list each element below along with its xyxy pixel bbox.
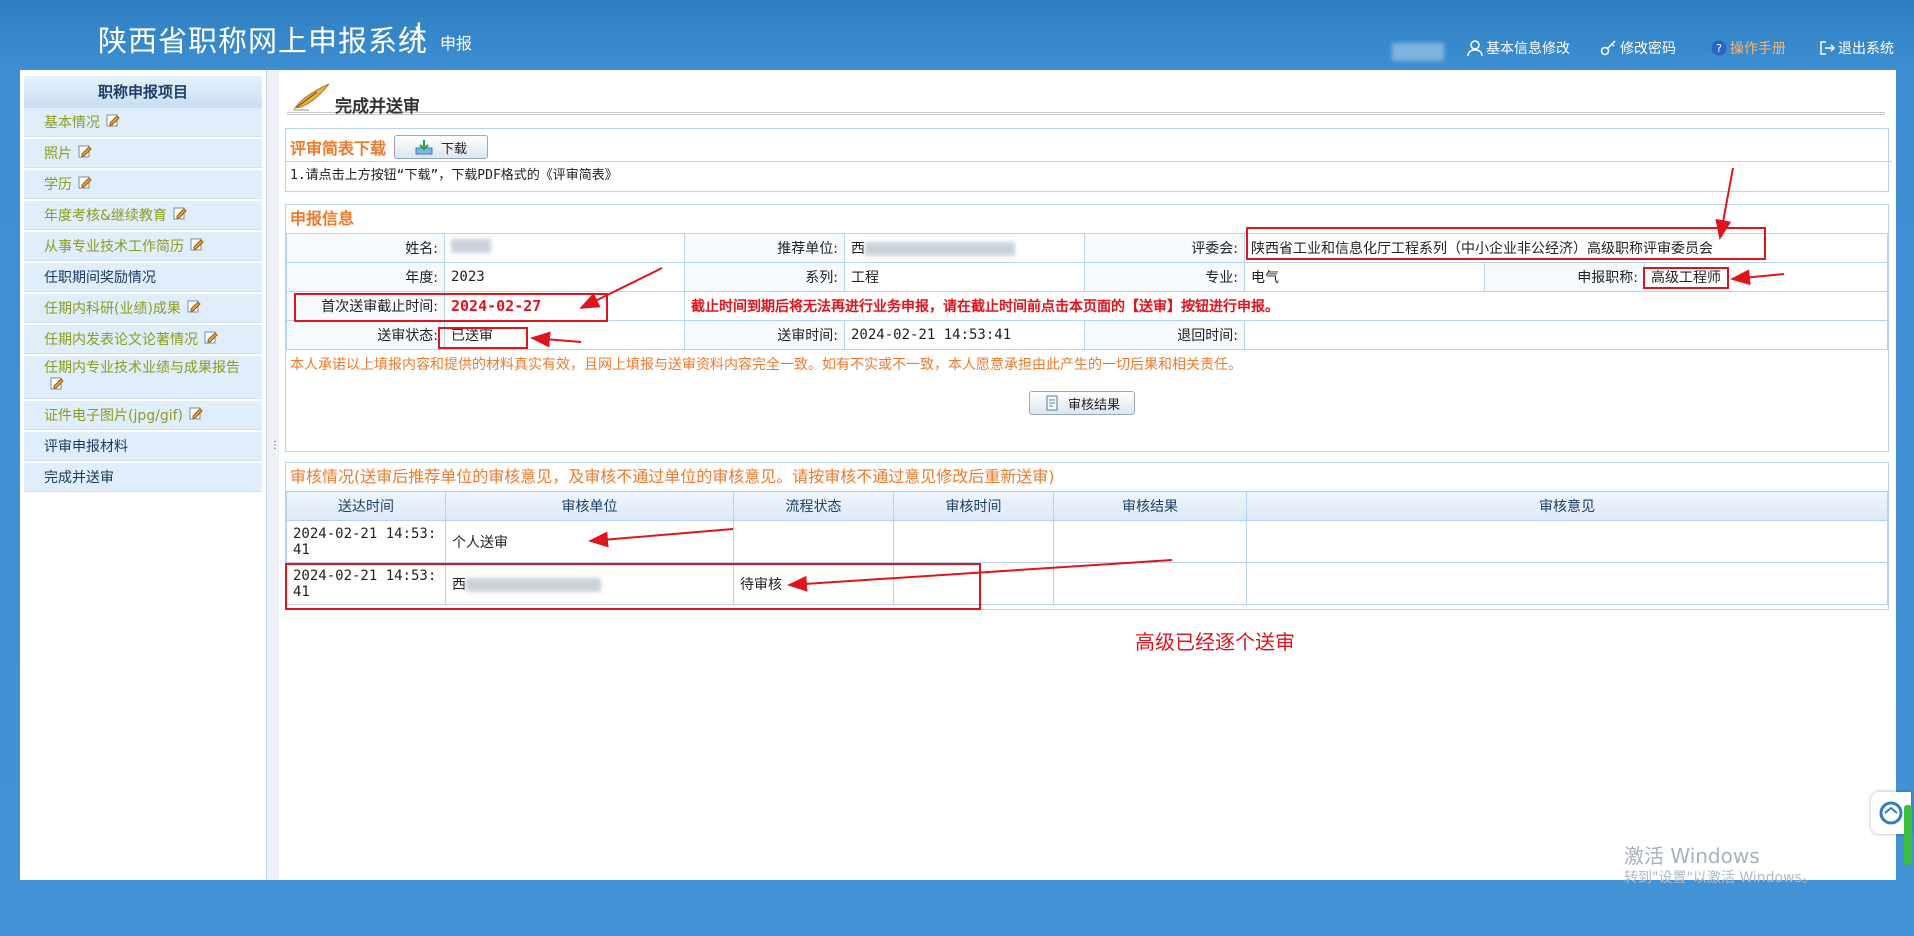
edit-icon (187, 299, 201, 317)
sidebar-item-label: 年度考核&继续教育 (44, 208, 167, 224)
sidebar-item-label: 从事专业技术工作简历 (44, 239, 184, 255)
sidebar-item[interactable]: 任职期间奖励情况 (24, 263, 262, 292)
sidebar-item-label: 任期内发表论文论著情况 (44, 332, 198, 348)
sidebar-item[interactable]: 评审申报材料 (24, 432, 262, 461)
sidebar-item-label: 任期内科研(业绩)成果 (44, 301, 181, 317)
help-icon: ? (1711, 40, 1727, 56)
windows-watermark-title: 激活 Windows (1624, 844, 1760, 868)
logout-link[interactable]: 退出系统 (1818, 38, 1894, 58)
key-icon (1600, 40, 1616, 56)
basic-info-link[interactable]: 基本信息修改 (1466, 38, 1570, 58)
sidebar-item[interactable]: 基本情况 (24, 108, 262, 137)
sidebar-item-label: 任期内专业技术业绩与成果报告 (44, 360, 240, 376)
edit-icon (190, 237, 204, 255)
annotation-arrows (530, 167, 1785, 592)
manual-link[interactable]: ? 操作手册 (1710, 38, 1786, 58)
edit-icon (78, 144, 92, 162)
sidebar-item[interactable]: 学历 (24, 170, 262, 199)
manual-label: 操作手册 (1730, 41, 1786, 57)
edit-icon (78, 175, 92, 193)
sidebar-item-label: 基本情况 (44, 115, 100, 131)
sidebar-item-label: 照片 (44, 146, 72, 162)
sidebar-item-label: 任职期间奖励情况 (44, 270, 156, 286)
title-separator: | (414, 18, 424, 52)
top-header: 陕西省职称网上申报系统 | 申报 基本信息修改 修改密码 ? 操作手册 退出系统 (0, 0, 1914, 70)
sidebar-list: 基本情况照片学历年度考核&继续教育从事专业技术工作简历 任职期间奖励情况任期内科研… (20, 108, 266, 492)
sidebar-item-label: 学历 (44, 177, 72, 193)
sidebar-item[interactable]: 从事专业技术工作简历 (24, 232, 262, 261)
edit-icon (173, 206, 187, 224)
sidebar-item[interactable]: 任期内专业技术业绩与成果报告 (24, 356, 262, 399)
sidebar-item[interactable]: 证件电子图片(jpg/gif) (24, 401, 262, 430)
edit-icon (189, 406, 203, 424)
system-subtitle: 申报 (440, 34, 473, 53)
panel-splitter[interactable]: ⋮ (266, 70, 280, 880)
logout-icon (1820, 41, 1836, 55)
main-content: 完成并送审 评审简表下载 下载 1.请点击上方按钮“下载”，下载PDF格式的《评… (279, 70, 1896, 880)
logout-label: 退出系统 (1838, 41, 1894, 57)
sidebar-item[interactable]: 任期内发表论文论著情况 (24, 325, 262, 354)
blurred-username (1392, 43, 1444, 61)
change-password-link[interactable]: 修改密码 (1600, 38, 1676, 58)
edit-icon (50, 376, 64, 394)
system-title: 陕西省职称网上申报系统 (98, 24, 429, 58)
basic-info-label: 基本信息修改 (1486, 41, 1570, 57)
edit-icon (204, 330, 218, 348)
sidebar-item[interactable]: 照片 (24, 139, 262, 168)
svg-text:?: ? (1716, 42, 1722, 55)
sidebar-item[interactable]: 任期内科研(业绩)成果 (24, 294, 262, 323)
scroll-indicator[interactable] (1904, 805, 1912, 865)
change-password-label: 修改密码 (1620, 41, 1676, 57)
windows-watermark-hint: 转到"设置"以激活 Windows。 (1624, 870, 1816, 886)
sidebar-heading: 职称申报项目 (24, 76, 262, 108)
sidebar-item-label: 评审申报材料 (44, 439, 128, 455)
sidebar-item[interactable]: 完成并送审 (24, 463, 262, 492)
sidebar-item-label: 证件电子图片(jpg/gif) (44, 408, 184, 424)
sidebar: 职称申报项目 基本情况照片学历年度考核&继续教育从事专业技术工作简历 任职期间奖励… (20, 70, 266, 880)
sidebar-item[interactable]: 年度考核&继续教育 (24, 201, 262, 230)
edit-icon (106, 113, 120, 131)
user-icon (1467, 40, 1483, 57)
sidebar-item-label: 完成并送审 (44, 470, 114, 486)
